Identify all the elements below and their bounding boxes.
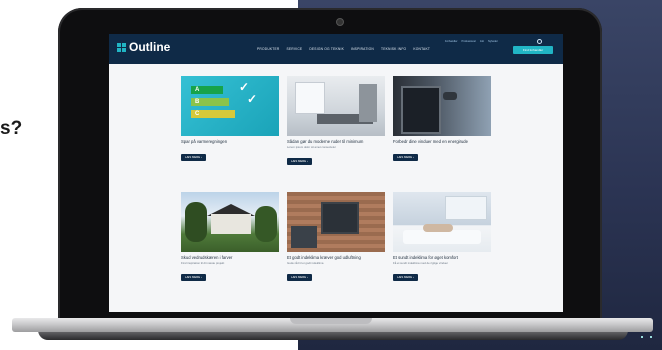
top-link-job[interactable]: Job (480, 40, 484, 43)
card-subtitle: Lorem ipsum dolor sit amet consectetur (287, 145, 336, 149)
energy-label-image: A B C ✓ ✓ (181, 76, 279, 136)
search-icon[interactable] (537, 39, 542, 44)
find-dealer-button[interactable]: Find forhandler (513, 46, 553, 54)
logo-text: Outline (129, 40, 171, 54)
card-kitchen: Sådan gør du moderne ruder til minimum L… (287, 76, 385, 167)
nav-item-design[interactable]: DESIGN OG TEKNIK (309, 47, 344, 51)
read-more-button[interactable]: LÆS MERE › (181, 154, 206, 161)
card-subtitle: Gode råd til et godt indeklima (287, 261, 324, 265)
read-more-button[interactable]: LÆS MERE › (393, 154, 418, 161)
top-link-professional[interactable]: Professionel (462, 40, 476, 43)
nav-item-products[interactable]: PRODUKTER (257, 47, 280, 51)
card-ventilation: Et godt indeklima kræver god udluftning … (287, 192, 385, 283)
card-title[interactable]: Forbedr dine vinduer med en energirude (393, 139, 491, 144)
laptop-notch (290, 318, 372, 324)
read-more-button[interactable]: LÆS MERE › (181, 274, 206, 281)
card-title[interactable]: Et sundt indeklima for øget komfort (393, 255, 491, 260)
card-subtitle: Find inspiration til dit næste projekt (181, 261, 225, 265)
read-more-button[interactable]: LÆS MERE › (393, 274, 418, 281)
status-led (650, 336, 652, 338)
nav-item-technical[interactable]: TEKNISK INFO (381, 47, 406, 51)
laptop-screen: Outline PRODUKTER SERVICE DESIGN OG TEKN… (109, 34, 563, 312)
top-link-news[interactable]: Nyheder (488, 40, 498, 43)
card-title[interactable]: Et godt indeklima kræver god udluftning (287, 255, 385, 260)
camera-icon (336, 18, 344, 26)
facade-image (393, 76, 491, 136)
brick-window-image (287, 192, 385, 252)
site-logo[interactable]: Outline (117, 40, 170, 54)
kitchen-image (287, 76, 385, 136)
nav-item-inspiration[interactable]: INSPIRATION (351, 47, 374, 51)
nav-item-service[interactable]: SERVICE (287, 47, 303, 51)
read-more-button[interactable]: LÆS MERE › (287, 274, 312, 281)
top-link-dealer[interactable]: Forhandler (445, 40, 458, 43)
site-header: Outline PRODUKTER SERVICE DESIGN OG TEKN… (109, 34, 563, 64)
status-led (641, 336, 643, 338)
nav-item-contact[interactable]: KONTAKT (413, 47, 430, 51)
read-more-button[interactable]: LÆS MERE › (287, 158, 312, 165)
card-comfort: Et sundt indeklima for øget komfort Få e… (393, 192, 491, 283)
card-subtitle: Få et sundt indeklima med de rigtige vin… (393, 261, 449, 265)
logo-mark-icon (117, 42, 126, 52)
card-energy: A B C ✓ ✓ Spar på varmeregningen LÆS MER… (181, 76, 279, 163)
bedroom-image (393, 192, 491, 252)
top-links: Forhandler Professionel Job Nyheder (445, 40, 498, 43)
check-icon: ✓ (247, 92, 258, 106)
card-house: Skud vedrudskæren i farver Find inspirat… (181, 192, 279, 283)
card-title[interactable]: Spar på varmeregningen (181, 139, 279, 144)
main-nav: PRODUKTER SERVICE DESIGN OG TEKNIK INSPI… (257, 47, 430, 51)
card-title[interactable]: Skud vedrudskæren i farver (181, 255, 279, 260)
card-facade: Forbedr dine vinduer med en energirude L… (393, 76, 491, 163)
side-heading: s? (0, 118, 23, 139)
house-image (181, 192, 279, 252)
card-title[interactable]: Sådan gør du moderne ruder til minimum (287, 139, 385, 144)
